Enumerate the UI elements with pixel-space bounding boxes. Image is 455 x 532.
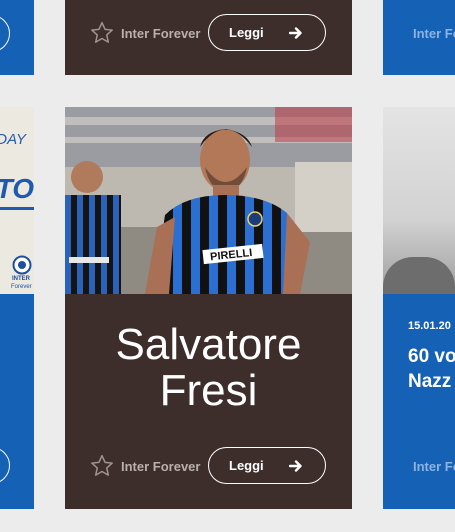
promo-logo-label: INTER: [12, 276, 30, 282]
leggi-label: Leggi: [229, 458, 264, 473]
star-outline-icon[interactable]: [89, 453, 115, 479]
card-left-promo: DAY TO INTER Forever: [0, 107, 34, 509]
article-title-line-2: Nazz: [408, 371, 452, 392]
inter-logo-icon: [12, 255, 32, 275]
card-right[interactable]: 15.01.20 60 vo Nazz Inter Forever: [383, 107, 455, 509]
promo-image: DAY TO INTER Forever: [0, 107, 34, 294]
promo-word-to: TO: [0, 173, 34, 204]
article-title-line-1: 60 vo: [408, 346, 455, 367]
headline-line-1: Salvatore: [115, 320, 302, 369]
brand-label: Inter Forever: [121, 25, 201, 41]
brand-label: Inter Forever: [121, 458, 201, 474]
card-top-left: [0, 0, 34, 75]
card-footer: Inter Forever: [383, 446, 455, 486]
brand-label: Inter Forever: [413, 25, 455, 41]
player-photo[interactable]: PIRELLI: [65, 107, 352, 294]
card-main[interactable]: PIRELLI Salvatore Fresi Inter Forever Le…: [65, 107, 352, 509]
leggi-button-fragment[interactable]: [0, 15, 10, 52]
brand-label: Inter Forever: [413, 458, 455, 474]
card-footer: Inter Forever: [383, 13, 455, 53]
star-outline-icon[interactable]: [89, 20, 115, 46]
leggi-button[interactable]: Leggi: [208, 14, 326, 51]
arrow-right-icon: [289, 460, 302, 472]
card-top-right: Inter Forever: [383, 0, 455, 75]
leggi-label: Leggi: [229, 25, 264, 40]
promo-logo-sub: Forever: [11, 284, 32, 290]
arrow-right-icon: [289, 27, 302, 39]
leggi-button-fragment[interactable]: [0, 447, 10, 484]
promo-word-day: DAY: [0, 131, 26, 148]
player-photo-illustration: PIRELLI: [65, 107, 352, 294]
card-headline: Salvatore Fresi: [65, 322, 352, 414]
promo-underline: [0, 207, 34, 210]
headline-line-2: Fresi: [159, 366, 258, 415]
photo-shape: [383, 257, 455, 294]
card-right-photo[interactable]: [383, 107, 455, 294]
card-top-center: Inter Forever Leggi: [65, 0, 352, 75]
article-date: 15.01.20: [408, 320, 451, 332]
leggi-button[interactable]: Leggi: [208, 447, 326, 484]
